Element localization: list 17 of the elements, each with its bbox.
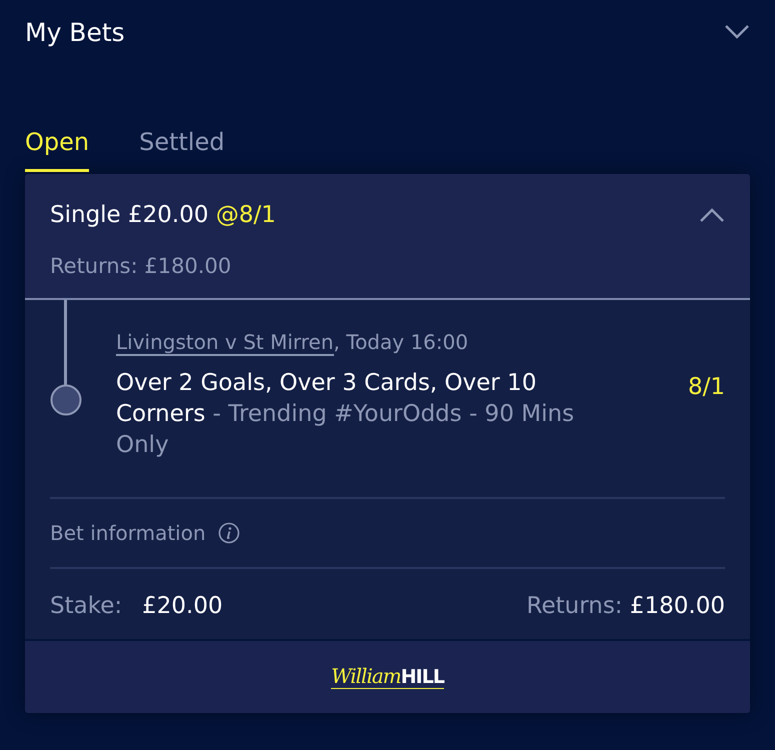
returns-label: Returns: bbox=[526, 593, 623, 619]
stake-value: £20.00 bbox=[142, 593, 223, 619]
tab[interactable]: Settled bbox=[139, 124, 225, 172]
returns-value: £180.00 bbox=[630, 593, 725, 619]
chevron-up-icon[interactable] bbox=[699, 207, 725, 223]
chevron-down-icon[interactable] bbox=[724, 24, 750, 40]
brand-logo: WilliamHILL bbox=[331, 665, 444, 689]
bet-info-label[interactable]: Bet information bbox=[50, 521, 206, 545]
event-info: Livingston v St Mirren, Today 16:00 bbox=[116, 330, 470, 354]
selection-text: Over 2 Goals, Over 3 Cards, Over 10 Corners - Trending #YourOdds - 90 Mins Only bbox=[116, 369, 576, 460]
bet-title: Single £20.00 @8/1 bbox=[50, 202, 276, 228]
bet-returns: Returns: £180.00 bbox=[50, 254, 232, 278]
page-title: My Bets bbox=[25, 18, 125, 46]
stake-label: Stake: bbox=[50, 593, 122, 619]
info-icon[interactable] bbox=[218, 522, 240, 544]
selection-odds: 8/1 bbox=[688, 374, 725, 402]
event-link[interactable]: Livingston v St Mirren bbox=[116, 330, 334, 356]
